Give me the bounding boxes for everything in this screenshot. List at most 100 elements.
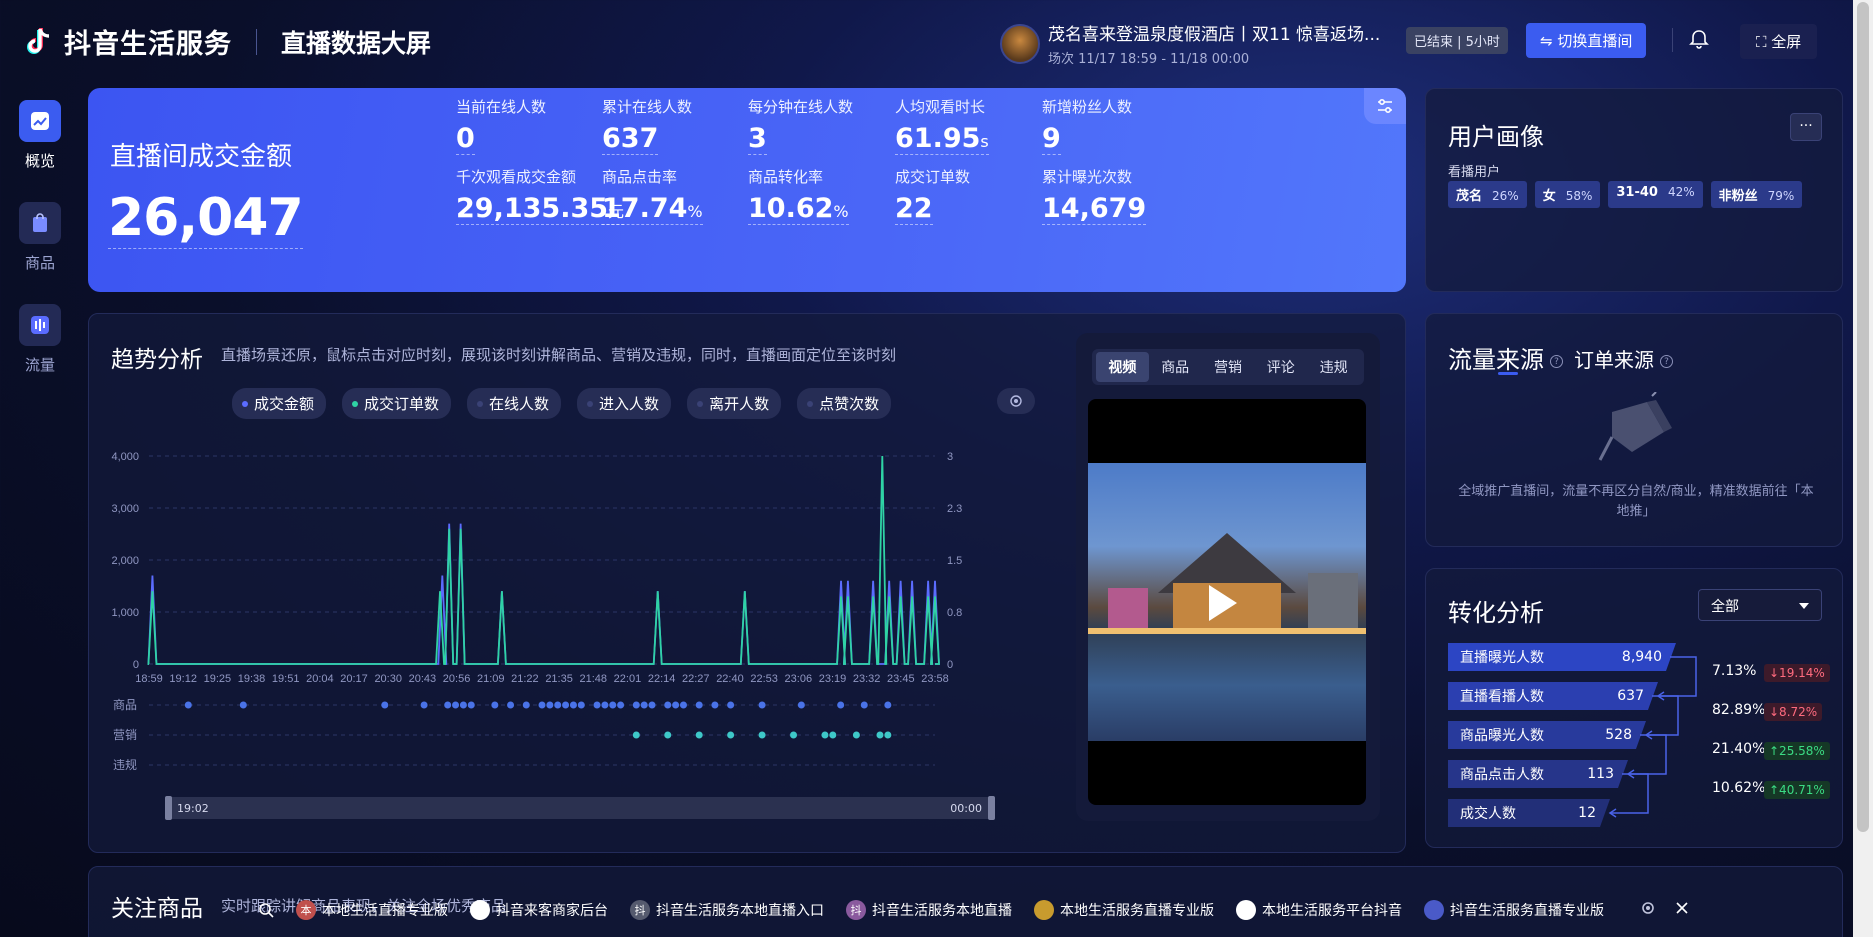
kpi-cell[interactable]: 当前在线人数 0 [456, 96, 626, 155]
more-options-button[interactable]: ··· [1790, 113, 1822, 141]
product-event-dot [491, 701, 499, 709]
kpi-cell[interactable]: 人均观看时长 61.95s [895, 96, 1065, 155]
product-event-dot [601, 701, 609, 709]
persona-tag-name: 女 [1542, 189, 1556, 204]
y2-tick-label: 0.8 [947, 607, 962, 619]
product-event-dot [727, 701, 735, 709]
product-event-dot [507, 701, 515, 709]
x-tick-label: 20:30 [374, 673, 402, 685]
funnel-row[interactable]: 直播曝光人数 8,940 [1448, 643, 1676, 671]
help-icon[interactable]: ? [1660, 355, 1673, 368]
room-info[interactable]: 茂名喜来登温泉度假酒店丨双11 惊喜返场... 场次 11/17 18:59 -… [1000, 20, 1380, 67]
chart-icon [19, 100, 61, 142]
funnel-row[interactable]: 直播看播人数 637 [1448, 682, 1658, 710]
expand-icon: ⛶ [1756, 33, 1772, 51]
kpi-cell[interactable]: 商品点击率 17.74% [602, 166, 772, 225]
bookmark-item[interactable]: 本本地生活直播专业版 [296, 900, 448, 920]
range-end-label: 00:00 [950, 802, 982, 815]
play-icon[interactable] [1209, 585, 1237, 621]
bookmark-item[interactable]: 本地生活服务直播专业版 [1034, 900, 1214, 920]
conversion-filter-select[interactable]: 全部 [1698, 589, 1822, 621]
product-event-dot [672, 701, 680, 709]
funnel-label: 商品点击人数 [1460, 767, 1544, 783]
kpi-value: 10.62% [748, 193, 849, 225]
funnel-row[interactable]: 成交人数 12 [1448, 799, 1610, 827]
series-line [147, 523, 940, 665]
conversion-delta-badge: ↑25.58% [1764, 742, 1830, 760]
x-tick-label: 23:06 [785, 673, 813, 685]
video-player[interactable] [1088, 399, 1366, 805]
bookmark-item[interactable]: 抖音生活服务直播专业版 [1424, 900, 1604, 920]
conversion-title: 转化分析 [1448, 599, 1544, 627]
persona-tag-pct: 42% [1667, 185, 1695, 199]
persona-tag-name: 非粉丝 [1718, 189, 1758, 204]
kpi-cell[interactable]: 商品转化率 10.62% [748, 166, 918, 225]
y2-tick-label: 3 [947, 451, 953, 463]
bookmark-item[interactable]: 抖抖音生活服务本地直播 [846, 900, 1012, 920]
product-event-dot [546, 701, 554, 709]
persona-tag-pct: 79% [1767, 189, 1795, 203]
status-badge: 已结束 | 5小时 [1406, 27, 1508, 54]
product-event-dot [609, 701, 617, 709]
funnel-row[interactable]: 商品曝光人数 528 [1448, 721, 1646, 749]
nav-item-overview[interactable]: 概览 [0, 100, 80, 202]
side-nav: 概览 商品 流量 [0, 100, 80, 406]
switch-room-button[interactable]: ⇋ 切换直播间 [1526, 23, 1647, 58]
gmv-value[interactable]: 26,047 [108, 188, 304, 249]
marketing-event-dot [821, 731, 829, 739]
product-event-dot [459, 701, 467, 709]
kpi-cell[interactable]: 累计在线人数 637 [602, 96, 772, 155]
conversion-delta-badge: ↓19.14% [1764, 664, 1830, 682]
x-tick-label: 22:14 [648, 673, 676, 685]
product-event-dot [695, 701, 703, 709]
bookmark-bar: 本本地生活直播专业版 抖音来客商家后台 抖抖音生活服务本地直播入口 抖抖音生活服务本地… [258, 900, 1604, 920]
close-icon[interactable] [1674, 900, 1690, 916]
bell-icon[interactable] [1688, 28, 1710, 50]
tab-order-source[interactable]: 订单来源? [1574, 344, 1673, 373]
product-event-dot [444, 701, 452, 709]
search-icon[interactable] [258, 902, 274, 918]
product-event-dot [467, 701, 475, 709]
bookmark-item[interactable]: 本地生活服务平台抖音 [1236, 900, 1402, 920]
scrollbar[interactable] [1853, 0, 1873, 937]
filter-settings-icon[interactable] [1364, 88, 1406, 124]
bookmark-label: 抖音生活服务本地直播 [872, 903, 1012, 919]
chevron-down-icon [1799, 603, 1809, 609]
fullscreen-button[interactable]: ⛶ 全屏 [1740, 24, 1818, 59]
kpi-value: 637 [602, 123, 659, 155]
persona-tag: 非粉丝 79% [1710, 181, 1803, 208]
marketing-event-dot [829, 731, 837, 739]
gear-icon[interactable] [1640, 900, 1656, 916]
scrollbar-thumb[interactable] [1857, 2, 1869, 832]
bookmark-item[interactable]: 抖抖音生活服务本地直播入口 [630, 900, 824, 920]
video-tab[interactable]: 视频 [1096, 352, 1149, 382]
kpi-cell[interactable]: 千次观看成交金额 29,135.35元 [456, 166, 626, 225]
conversion-panel: 转化分析 全部 直播曝光人数 8,940 直播看播人数 637 商品曝光人数 528 商品点… [1425, 568, 1843, 848]
kpi-cell[interactable]: 每分钟在线人数 3 [748, 96, 918, 155]
x-tick-label: 19:51 [272, 673, 300, 685]
funnel-arrowhead [1644, 730, 1653, 740]
funnel-row[interactable]: 商品点击人数 113 [1448, 760, 1628, 788]
kpi-label: 成交订单数 [895, 168, 971, 186]
tab-traffic-source[interactable]: 流量来源? [1448, 340, 1563, 375]
x-tick-label: 19:38 [238, 673, 266, 685]
video-tab[interactable]: 商品 [1149, 352, 1202, 382]
product-event-dot [664, 701, 672, 709]
room-avatar [1000, 23, 1040, 64]
y-tick-label: 2,000 [111, 555, 139, 567]
marketing-event-dot [758, 731, 766, 739]
tab-label: 订单来源 [1574, 348, 1654, 372]
kpi-cell[interactable]: 累计曝光次数 14,679 [1042, 166, 1212, 225]
help-icon[interactable]: ? [1550, 354, 1563, 368]
empty-state-text: 全域推广直播间，流量不再区分自然/商业，精准数据前往「本地推」 [1458, 484, 1814, 519]
nav-item-traffic[interactable]: 流量 [0, 304, 80, 406]
kpi-cell[interactable]: 成交订单数 22 [895, 166, 1065, 225]
bookmark-item[interactable]: 抖音来客商家后台 [470, 900, 608, 920]
conversion-delta-badge: ↑40.71% [1764, 781, 1830, 799]
video-tab[interactable]: 违规 [1307, 352, 1360, 382]
nav-item-product[interactable]: 商品 [0, 202, 80, 304]
product-event-dot [452, 701, 460, 709]
video-tab[interactable]: 评论 [1254, 352, 1307, 382]
video-tab[interactable]: 营销 [1202, 352, 1255, 382]
kpi-cell[interactable]: 新增粉丝人数 9 [1042, 96, 1212, 155]
